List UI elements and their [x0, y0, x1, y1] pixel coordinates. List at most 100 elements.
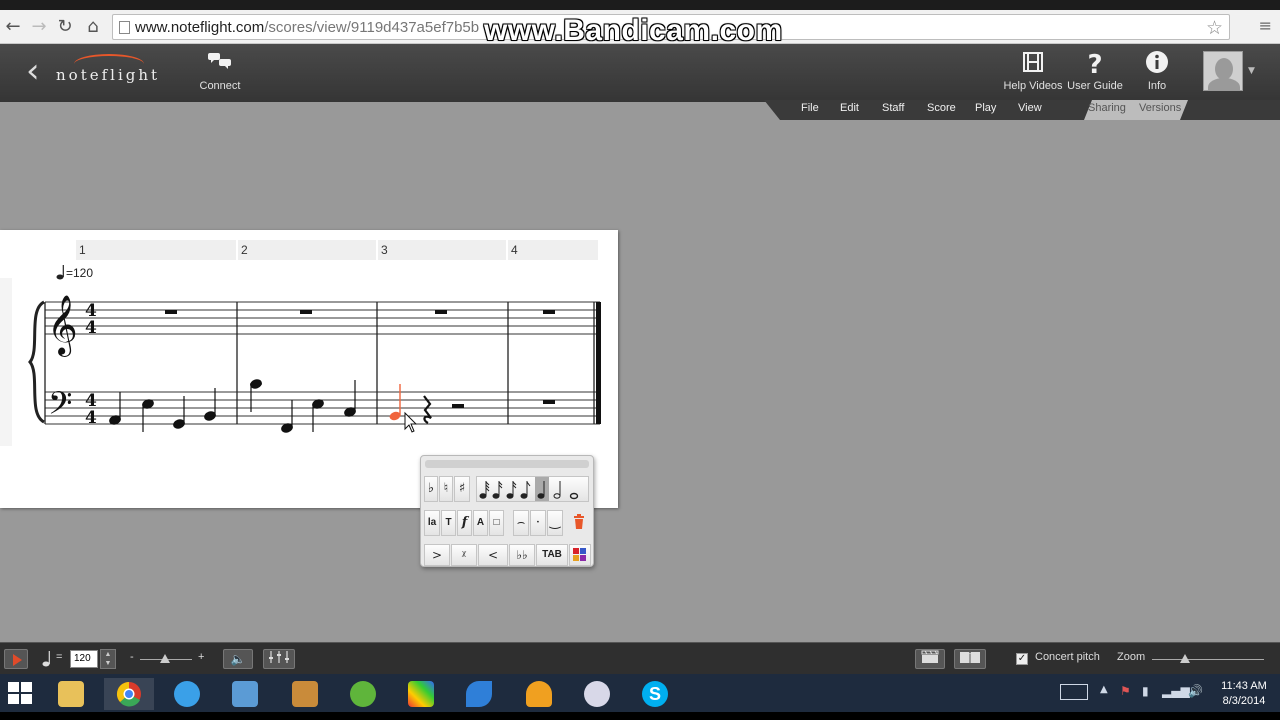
tempo-input[interactable]: 120: [70, 650, 98, 668]
connect-button[interactable]: Connect: [196, 50, 244, 92]
chord-symbol-button[interactable]: A: [473, 510, 488, 536]
duration-buttons[interactable]: [476, 476, 589, 502]
avatar-body: [1208, 78, 1240, 90]
accent-button[interactable]: >: [424, 544, 450, 566]
bass-clef: 𝄢: [48, 385, 72, 429]
system-clock[interactable]: 11:43 AM 8/3/2014: [1214, 679, 1274, 709]
volume-slider-thumb[interactable]: [160, 654, 170, 663]
sharp-button[interactable]: ♯: [454, 476, 470, 502]
menu-score[interactable]: Score: [927, 102, 956, 114]
menu-edit[interactable]: Edit: [840, 102, 859, 114]
tab-versions[interactable]: Versions: [1139, 102, 1181, 114]
browser-titlebar: [0, 0, 1280, 10]
volume-icon[interactable]: 🔊: [1188, 684, 1203, 698]
speaker-icon[interactable]: 🔈: [223, 649, 253, 669]
tie-button[interactable]: ⌢: [513, 510, 529, 536]
slur-button[interactable]: ‿: [547, 510, 563, 536]
user-guide-label: User Guide: [1067, 80, 1123, 92]
back-chevron-icon[interactable]: ‹: [26, 54, 40, 88]
url-path: /scores/view/9119d437a5ef7b5b: [264, 19, 480, 36]
feather-icon[interactable]: [454, 678, 504, 710]
chord-diagram-button[interactable]: □: [489, 510, 504, 536]
help-videos-button[interactable]: Help Videos: [1003, 50, 1063, 92]
connect-label: Connect: [199, 80, 241, 92]
screen-bottom-edge: [0, 712, 1280, 720]
sketch-icon[interactable]: [572, 678, 622, 710]
action-center-icon[interactable]: ⚑: [1120, 684, 1131, 698]
reload-icon[interactable]: ↻: [54, 16, 76, 38]
tray-expand-icon[interactable]: ▲: [1100, 684, 1108, 695]
info-button[interactable]: Info: [1140, 50, 1174, 92]
tab-button[interactable]: TAB: [536, 544, 568, 566]
dynamics-button[interactable]: f: [457, 510, 472, 536]
treble-staff: [45, 301, 600, 335]
menu-view[interactable]: View: [1018, 102, 1042, 114]
itunes-icon[interactable]: [162, 678, 212, 710]
half-rest: [452, 404, 464, 408]
tempo-equals: =: [56, 651, 63, 663]
selected-note[interactable]: [388, 384, 401, 422]
app-header: ‹ noteflight Connect Help Videos ? User …: [0, 44, 1280, 102]
volume-minus[interactable]: -: [130, 651, 134, 663]
play-icon[interactable]: [4, 649, 28, 669]
wordpad-icon[interactable]: [220, 678, 270, 710]
windows-start-icon[interactable]: [8, 682, 32, 704]
windows-taskbar: S ▲ ⚑ ▮ ▂▄▆ 🔊 11:43 AM 8/3/2014: [0, 674, 1280, 712]
palette-grip[interactable]: [425, 460, 589, 468]
menu-play[interactable]: Play: [975, 102, 996, 114]
question-icon: ?: [1087, 50, 1103, 80]
headphones-icon[interactable]: [514, 678, 564, 710]
chrome-menu-icon[interactable]: ≡: [1259, 16, 1272, 35]
natural-button[interactable]: ♮: [439, 476, 453, 502]
bass-notes[interactable]: [108, 378, 356, 433]
hairpin-button[interactable]: <: [478, 544, 508, 566]
menu-file[interactable]: File: [801, 102, 819, 114]
volume-plus[interactable]: +: [198, 651, 204, 663]
color-grid-icon[interactable]: [569, 544, 591, 566]
trash-icon[interactable]: [573, 514, 587, 532]
paint-icon[interactable]: [280, 678, 330, 710]
zoom-slider[interactable]: [1152, 659, 1264, 660]
skype-icon[interactable]: S: [630, 678, 680, 710]
flat-button[interactable]: ♭: [424, 476, 438, 502]
ornament-button[interactable]: ᵡ: [451, 544, 477, 566]
brace: [28, 300, 45, 424]
clapper-icon[interactable]: [915, 649, 945, 669]
double-flat-button[interactable]: ♭♭: [509, 544, 535, 566]
chrome-icon[interactable]: [104, 678, 154, 710]
network-icon[interactable]: ▂▄▆: [1162, 684, 1190, 698]
keyboard-icon[interactable]: [1060, 684, 1088, 700]
url-text: www.noteflight.com/scores/view/9119d437a…: [135, 19, 479, 36]
back-arrow-icon[interactable]: ←: [2, 16, 24, 38]
book-icon[interactable]: [954, 649, 986, 669]
page-icon: [119, 21, 130, 34]
svg-text:4: 4: [85, 318, 97, 338]
noteflight-logo[interactable]: noteflight: [56, 66, 160, 84]
globe-icon[interactable]: [338, 678, 388, 710]
dot-button[interactable]: ·: [530, 510, 546, 536]
concert-pitch-checkbox[interactable]: ✓: [1016, 653, 1028, 665]
text-button[interactable]: T: [441, 510, 456, 536]
avatar-head: [1215, 58, 1233, 80]
zoom-slider-thumb[interactable]: [1180, 654, 1190, 663]
lyrics-button[interactable]: la: [424, 510, 440, 536]
photo-icon[interactable]: [396, 678, 446, 710]
forward-arrow-icon[interactable]: →: [28, 16, 50, 38]
help-videos-label: Help Videos: [1003, 80, 1063, 92]
battery-icon[interactable]: ▮: [1142, 684, 1149, 698]
avatar[interactable]: [1203, 51, 1243, 91]
clock-time: 11:43 AM: [1221, 680, 1267, 692]
tempo-stepper[interactable]: ▲ ▼: [100, 649, 116, 669]
file-explorer-icon[interactable]: [46, 678, 96, 710]
note-palette[interactable]: ♭ ♮ ♯ la T f A □ ⌢ · ‿ > ᵡ < ♭♭ TAB: [420, 455, 594, 567]
time-signature: 44 44: [85, 301, 97, 428]
mixer-icon[interactable]: [263, 649, 295, 669]
menu-staff[interactable]: Staff: [882, 102, 904, 114]
user-guide-button[interactable]: ? User Guide: [1066, 50, 1124, 92]
menu-bar: [764, 100, 1280, 120]
home-icon[interactable]: ⌂: [82, 16, 104, 38]
tab-sharing[interactable]: Sharing: [1088, 102, 1126, 114]
star-icon[interactable]: ☆: [1206, 17, 1223, 39]
chevron-down-icon[interactable]: ▼: [1248, 66, 1255, 76]
bass-staff: [45, 391, 600, 425]
